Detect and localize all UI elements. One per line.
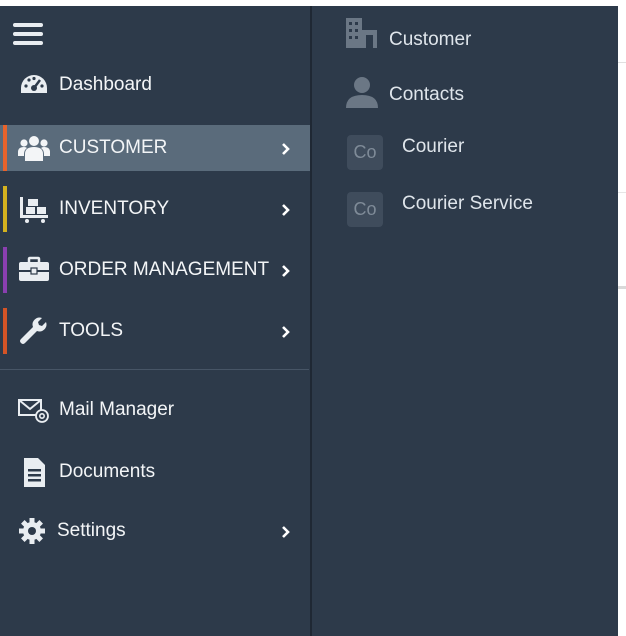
sidebar-item-label: CUSTOMER (59, 137, 168, 158)
submenu-item-customer[interactable]: Customer (312, 16, 618, 62)
submenu-item-courier[interactable]: Co Courier (312, 130, 618, 176)
sidebar-item-settings[interactable]: Settings (0, 508, 311, 554)
building-icon (346, 18, 377, 48)
users-group-icon (18, 136, 50, 161)
sidebar-item-label: Mail Manager (59, 399, 175, 420)
sidebar-item-order-management[interactable]: ORDER MANAGEMENT (0, 247, 311, 293)
sidebar-item-label: Dashboard (59, 74, 152, 95)
sidebar-item-documents[interactable]: Documents (0, 449, 311, 495)
sidebar-divider (0, 369, 309, 370)
person-icon (346, 77, 378, 108)
courier-service-badge: Co (347, 192, 383, 227)
chevron-right-icon (282, 265, 290, 277)
accent-bar (3, 247, 7, 293)
sidebar-item-label: ORDER MANAGEMENT (59, 259, 270, 280)
sidebar-item-tools[interactable]: TOOLS (0, 308, 311, 354)
sidebar-item-dashboard[interactable]: Dashboard (0, 62, 311, 108)
sidebar-item-label: Settings (57, 520, 126, 541)
main-sidebar: Dashboard CUSTOMER INVENTORY ORDER MANAG… (0, 6, 311, 636)
background-page (618, 0, 626, 636)
submenu-item-label: Customer (389, 29, 472, 50)
accent-bar (3, 308, 7, 354)
dashboard-gauge-icon (21, 75, 47, 93)
background-divider (618, 192, 626, 193)
accent-bar (3, 186, 7, 232)
sidebar-item-label: Documents (59, 461, 156, 482)
cart-boxes-icon (20, 197, 48, 223)
mail-at-icon (18, 399, 49, 423)
background-divider (618, 62, 626, 63)
submenu-item-label: Courier (402, 136, 465, 157)
sidebar-item-label: INVENTORY (59, 198, 170, 219)
chevron-right-icon (282, 526, 290, 538)
chevron-right-icon (282, 143, 290, 155)
sidebar-item-customer[interactable]: CUSTOMER (0, 125, 311, 171)
background-divider (618, 286, 626, 289)
briefcase-icon (19, 256, 49, 281)
wrench-icon (20, 317, 47, 344)
accent-bar (3, 125, 7, 171)
document-icon (24, 458, 45, 487)
sidebar-item-label: TOOLS (59, 320, 124, 341)
chevron-right-icon (282, 326, 290, 338)
hamburger-menu-icon[interactable] (13, 23, 45, 49)
sidebar-item-mail-manager[interactable]: Mail Manager (0, 387, 311, 433)
courier-badge: Co (347, 135, 383, 170)
sidebar-item-inventory[interactable]: INVENTORY (0, 186, 311, 232)
submenu-item-contacts[interactable]: Contacts (312, 72, 618, 118)
customer-submenu: Customer Contacts Co Courier Co Courier … (312, 6, 618, 636)
chevron-right-icon (282, 204, 290, 216)
submenu-item-courier-service[interactable]: Co Courier Service (312, 186, 618, 232)
submenu-item-label: Courier Service (402, 193, 533, 214)
submenu-item-label: Contacts (389, 84, 464, 105)
gear-icon (19, 518, 45, 544)
